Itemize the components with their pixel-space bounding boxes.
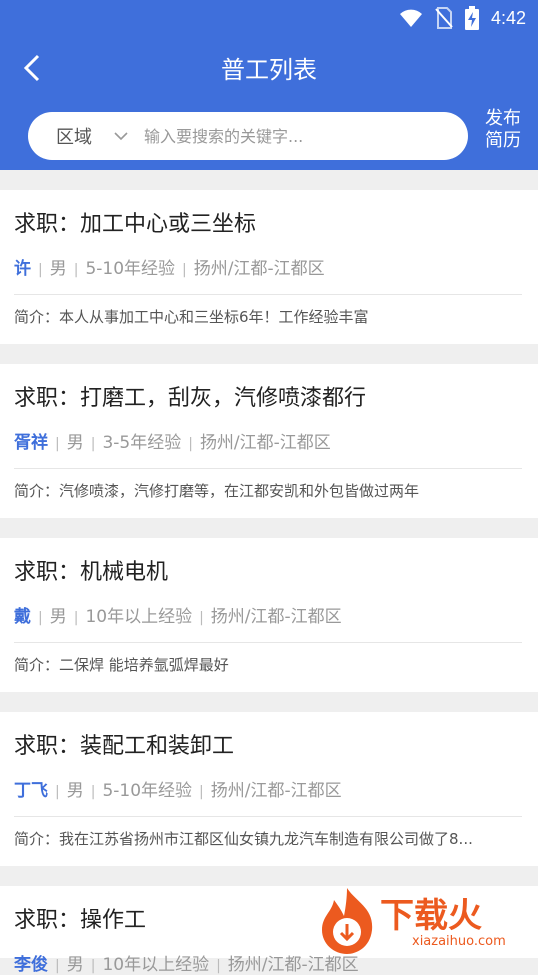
applicant-name: 许 [14, 259, 31, 279]
applicant-gender: 男 [49, 259, 67, 279]
job-meta: 胥祥 | 男 | 3-5年经验 | 扬州/江都-江都区 [14, 433, 331, 453]
applicant-name: 李俊 [14, 955, 48, 975]
publish-resume-button[interactable]: 发布 简历 [480, 108, 526, 152]
job-title: 求职：打磨工，刮灰，汽修喷漆都行 [14, 386, 367, 411]
job-intro: 简介：我在江苏省扬州市江都区仙女镇九龙汽车制造有限公司做了8... [14, 830, 473, 848]
job-title: 求职：操作工 [14, 908, 147, 933]
card-divider [14, 642, 522, 643]
card-divider [14, 816, 522, 817]
watermark-logo: 下载火 xiazaihuo.com [316, 884, 538, 958]
applicant-gender: 男 [66, 433, 84, 453]
chevron-down-icon[interactable] [112, 127, 130, 145]
job-meta: 丁飞 | 男 | 5-10年经验 | 扬州/江都-江都区 [14, 781, 342, 801]
job-title: 求职：加工中心或三坐标 [14, 212, 257, 237]
job-meta: 戴 | 男 | 10年以上经验 | 扬州/江都-江都区 [14, 607, 342, 627]
back-button[interactable] [14, 48, 50, 88]
applicant-experience: 5-10年经验 [85, 259, 176, 279]
applicant-experience: 10年以上经验 [85, 607, 193, 627]
app-header: 4:42 普工列表 区域 发布 简历 [0, 0, 538, 170]
job-intro: 简介：本人从事加工中心和三坐标6年！工作经验丰富 [14, 308, 369, 326]
chevron-left-icon [23, 54, 40, 82]
job-meta: 李俊 | 男 | 10年以上经验 | 扬州/江都-江都区 [14, 955, 359, 975]
job-card[interactable]: 求职：装配工和装卸工 丁飞 | 男 | 5-10年经验 | 扬州/江都-江都区 简介：我在江… [0, 712, 538, 866]
applicant-location: 扬州/江都-江都区 [210, 607, 342, 627]
job-intro: 简介：二保焊 能培养氩弧焊最好 [14, 656, 229, 674]
flame-logo-icon [322, 888, 373, 954]
card-divider [14, 468, 522, 469]
applicant-location: 扬州/江都-江都区 [210, 781, 342, 801]
applicant-gender: 男 [66, 955, 84, 975]
applicant-name: 戴 [14, 607, 31, 627]
card-divider [14, 294, 522, 295]
battery-charging-icon [464, 6, 479, 30]
status-bar: 4:42 [399, 6, 526, 30]
watermark-url: xiazaihuo.com [412, 934, 506, 949]
job-card[interactable]: 求职：加工中心或三坐标 许 | 男 | 5-10年经验 | 扬州/江都-江都区 简介：本人从… [0, 190, 538, 344]
applicant-location: 扬州/江都-江都区 [199, 433, 331, 453]
job-intro: 简介：汽修喷漆，汽修打磨等，在江都安凯和外包皆做过两年 [14, 482, 420, 500]
watermark-text: 下载火 [380, 896, 482, 936]
publish-label-line2: 简历 [485, 130, 521, 151]
applicant-name: 胥祥 [14, 433, 48, 453]
applicant-name: 丁飞 [14, 781, 48, 801]
job-meta: 许 | 男 | 5-10年经验 | 扬州/江都-江都区 [14, 259, 325, 279]
job-title: 求职：装配工和装卸工 [14, 734, 235, 759]
applicant-experience: 10年以上经验 [102, 955, 210, 975]
region-selector[interactable]: 区域 [56, 123, 92, 149]
applicant-experience: 3-5年经验 [102, 433, 182, 453]
job-card[interactable]: 求职：打磨工，刮灰，汽修喷漆都行 胥祥 | 男 | 3-5年经验 | 扬州/江都-江都区 简… [0, 364, 538, 518]
page-title: 普工列表 [221, 56, 317, 84]
job-card[interactable]: 求职：机械电机 戴 | 男 | 10年以上经验 | 扬州/江都-江都区 简介：二保焊 能培养… [0, 538, 538, 692]
search-input[interactable] [142, 125, 446, 147]
applicant-gender: 男 [66, 781, 84, 801]
search-bar: 区域 [28, 112, 468, 160]
job-title: 求职：机械电机 [14, 560, 169, 585]
no-sim-icon [435, 7, 453, 29]
wifi-icon [399, 9, 422, 27]
applicant-location: 扬州/江都-江都区 [227, 955, 359, 975]
status-time: 4:42 [490, 7, 526, 28]
publish-label-line1: 发布 [485, 108, 521, 129]
applicant-location: 扬州/江都-江都区 [193, 259, 325, 279]
applicant-experience: 5-10年经验 [102, 781, 193, 801]
applicant-gender: 男 [49, 607, 67, 627]
